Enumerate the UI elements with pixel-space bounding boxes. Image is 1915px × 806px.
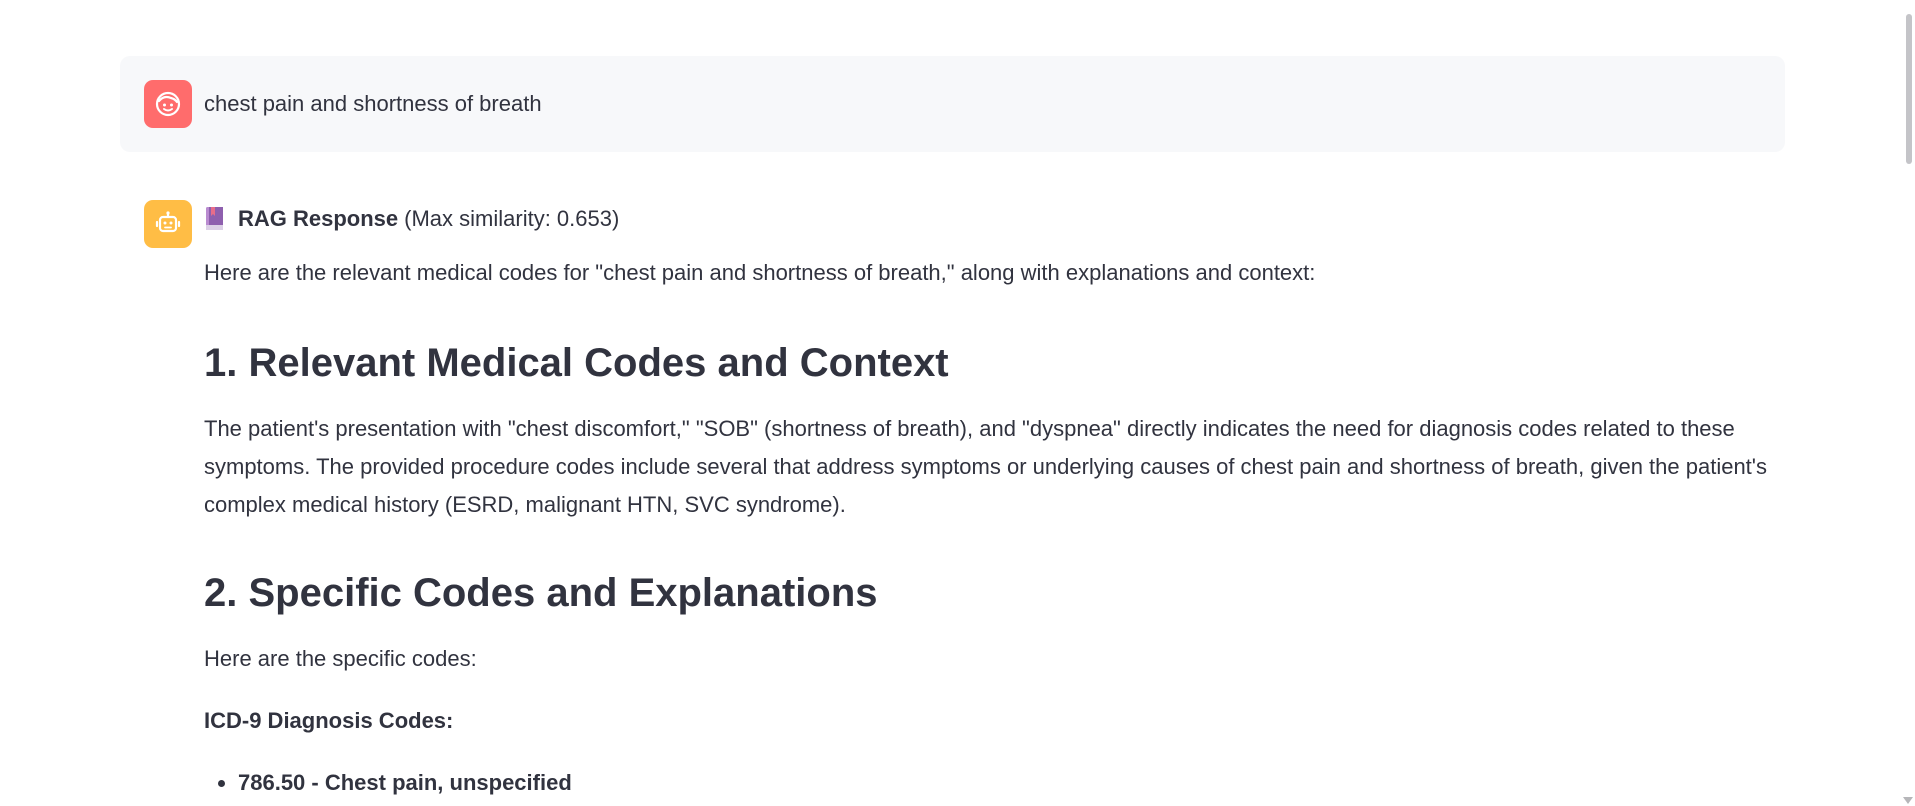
list-item: 786.50 - Chest pain, unspecified — [238, 764, 1784, 802]
diagnosis-codes-list: 786.50 - Chest pain, unspecified — [204, 764, 1784, 802]
response-header-bold: RAG Response — [238, 206, 399, 231]
robot-icon — [155, 211, 181, 233]
section-1-heading: 1. Relevant Medical Codes and Context — [204, 341, 949, 385]
scroll-down-arrow-icon[interactable] — [1903, 797, 1913, 804]
assistant-avatar — [144, 200, 192, 248]
scrollbar-thumb[interactable] — [1906, 14, 1912, 164]
section-2-heading: 2. Specific Codes and Explanations — [204, 571, 878, 615]
user-avatar — [144, 80, 192, 128]
book-icon — [206, 207, 223, 230]
user-message: chest pain and shortness of breath — [120, 56, 1785, 152]
diagnosis-codes-subheading: ICD-9 Diagnosis Codes: — [204, 708, 454, 733]
user-message-text: chest pain and shortness of breath — [204, 91, 542, 116]
assistant-message-content: RAG Response (Max similarity: 0.653) Her… — [204, 192, 1784, 802]
section-2-paragraph: Here are the specific codes: — [204, 646, 477, 671]
chat-page: chest pain and shortness of breath RAG R… — [0, 0, 1915, 806]
section-1-paragraph: The patient's presentation with "chest d… — [204, 416, 1767, 517]
face-icon — [155, 91, 181, 117]
response-header: RAG Response (Max similarity: 0.653) — [204, 204, 1784, 234]
vertical-scrollbar[interactable] — [1899, 0, 1915, 806]
response-intro: Here are the relevant medical codes for … — [204, 260, 1316, 285]
response-header-similarity: (Max similarity: 0.653) — [404, 206, 620, 231]
